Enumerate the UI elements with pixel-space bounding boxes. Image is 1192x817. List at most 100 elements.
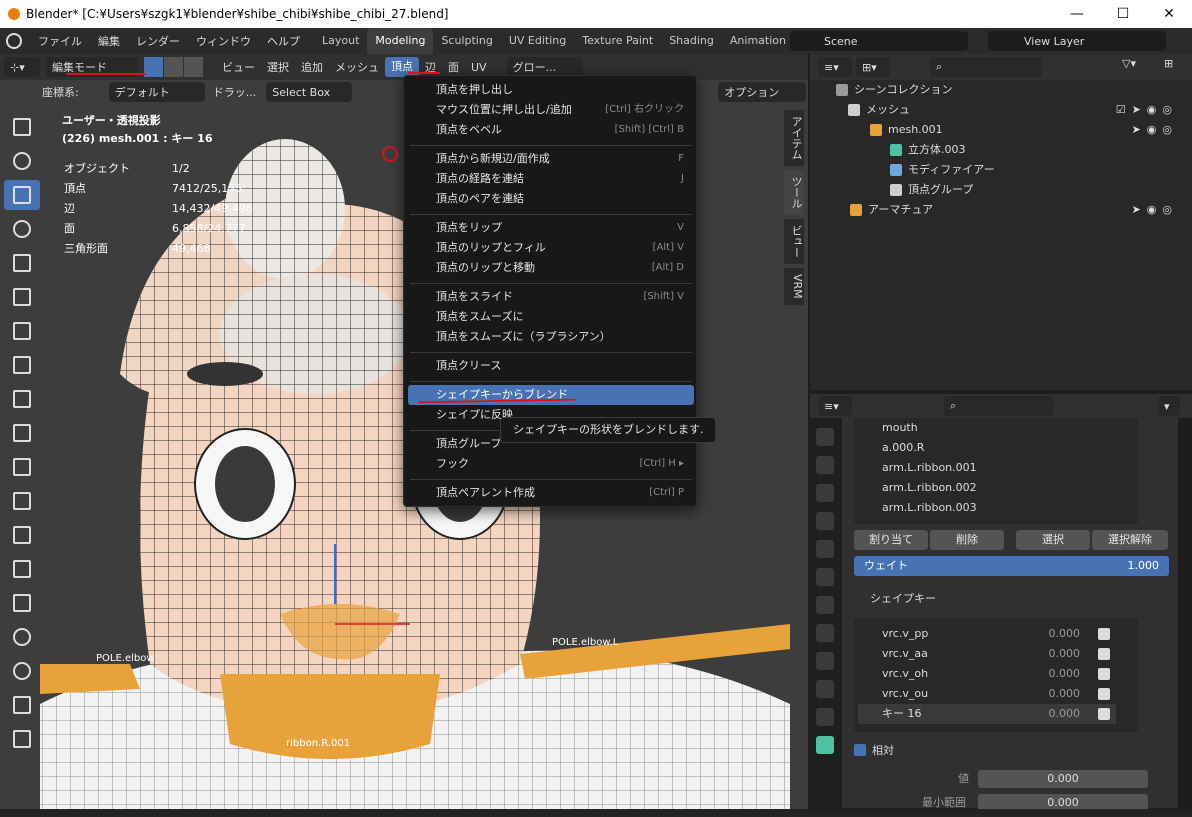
annotate-tool-icon[interactable] — [4, 316, 40, 346]
menu-face[interactable]: 面 — [442, 59, 465, 75]
editor-type-dropdown[interactable]: ⊹▾ — [4, 57, 40, 77]
constraint-tab-icon[interactable] — [816, 680, 834, 698]
list-item[interactable]: arm.L.ribbon.002 — [858, 478, 1116, 498]
new-collection-icon[interactable]: ⊞ — [1164, 57, 1173, 70]
extrude-tool-icon[interactable] — [4, 418, 40, 448]
filter-icon[interactable]: ▽▾ — [1122, 57, 1136, 70]
menu-file[interactable]: ファイル — [30, 33, 90, 49]
add-cube-tool-icon[interactable] — [4, 384, 40, 414]
menu-item-make-vertex-parent[interactable]: 頂点ペアレント作成 [Ctrl] P — [408, 483, 694, 503]
tab-tool[interactable]: ツール — [784, 170, 804, 215]
mesh-data-tab-icon[interactable] — [816, 736, 834, 754]
render-tab-icon[interactable] — [816, 456, 834, 474]
tab-layout[interactable]: Layout — [314, 28, 367, 54]
list-item[interactable]: arm.L.ribbon.001 — [858, 458, 1116, 478]
list-item[interactable]: vrc.v_ou 0.000 — [858, 684, 1116, 704]
checkbox[interactable] — [1098, 648, 1110, 660]
modifier-tab-icon[interactable] — [816, 652, 834, 670]
outliner-row-cube003[interactable]: 立方体.003 — [810, 140, 1192, 160]
menu-item-extrude-vertices[interactable]: 頂点を押し出し — [408, 80, 694, 100]
tab-uv-editing[interactable]: UV Editing — [501, 28, 574, 54]
properties-options-dropdown[interactable]: ▾ — [1158, 396, 1180, 416]
collection-tab-icon[interactable] — [816, 596, 834, 614]
properties-search-input[interactable]: ⌕ — [944, 396, 1054, 416]
close-button[interactable]: ✕ — [1146, 0, 1192, 28]
blender-menu-icon[interactable] — [6, 33, 22, 49]
menu-render[interactable]: レンダー — [128, 33, 188, 49]
menu-item-rip[interactable]: 頂点をリップ V — [408, 218, 694, 238]
outliner-row-armature[interactable]: アーマチュア ➤◉◎ — [810, 200, 1192, 220]
measure-tool-icon[interactable] — [4, 350, 40, 380]
list-item[interactable]: vrc.v_pp 0.000 — [858, 624, 1116, 644]
list-item[interactable]: vrc.v_oh 0.000 — [858, 664, 1116, 684]
shape-keys-section-header[interactable]: シェイプキー — [846, 587, 1176, 611]
scene-collection-row[interactable]: シーンコレクション — [810, 80, 1192, 100]
list-item[interactable]: vrc.v_aa 0.000 — [858, 644, 1116, 664]
relative-checkbox[interactable] — [854, 744, 866, 756]
spin-tool-icon[interactable] — [4, 622, 40, 652]
menu-select[interactable]: 選択 — [261, 59, 295, 75]
list-item[interactable]: a.000.R — [858, 438, 1116, 458]
list-item[interactable]: mouth — [858, 418, 1116, 438]
outliner-row-modifiers[interactable]: モディファイアー — [810, 160, 1192, 180]
poly-build-tool-icon[interactable] — [4, 588, 40, 618]
menu-item-extrude-to-cursor[interactable]: マウス位置に押し出し/追加 [Ctrl] 右クリック — [408, 100, 694, 120]
menu-item-rip-fill[interactable]: 頂点のリップとフィル [Alt] V — [408, 238, 694, 258]
list-item[interactable]: arm.L.ribbon.003 — [858, 498, 1116, 518]
bevel-tool-icon[interactable] — [4, 486, 40, 516]
checkbox[interactable] — [1098, 628, 1110, 640]
deselect-button[interactable]: 選択解除 — [1092, 530, 1168, 550]
select-box-tool-icon[interactable] — [4, 112, 40, 142]
rip-tool-icon[interactable] — [4, 724, 40, 754]
smooth-tool-icon[interactable] — [4, 656, 40, 686]
view-layer-tab-icon[interactable] — [816, 512, 834, 530]
scene-selector[interactable]: Scene — [790, 31, 968, 51]
shear-tool-icon[interactable] — [4, 690, 40, 720]
checkbox[interactable] — [1098, 688, 1110, 700]
output-tab-icon[interactable] — [816, 484, 834, 502]
menu-item-smooth[interactable]: 頂点をスムーズに — [408, 307, 694, 327]
outliner-search-input[interactable]: ⌕ — [930, 57, 1042, 77]
select-button[interactable]: 選択 — [1016, 530, 1090, 550]
menu-edit[interactable]: 編集 — [90, 33, 128, 49]
world-tab-icon[interactable] — [816, 568, 834, 586]
cursor-tool-icon[interactable] — [4, 146, 40, 176]
menu-view[interactable]: ビュー — [216, 59, 261, 75]
loop-cut-tool-icon[interactable] — [4, 520, 40, 550]
visibility-icons[interactable]: ☑➤◉◎ — [1116, 100, 1178, 120]
rotate-tool-icon[interactable] — [4, 214, 40, 244]
tab-vrm[interactable]: VRM — [784, 268, 804, 305]
visibility-icons[interactable]: ➤◉◎ — [1132, 200, 1178, 220]
menu-vertex[interactable]: 頂点 — [385, 57, 419, 77]
tab-modeling[interactable]: Modeling — [367, 28, 434, 54]
menu-uv[interactable]: UV — [465, 61, 493, 74]
tool-tab-icon[interactable] — [816, 428, 834, 446]
knife-tool-icon[interactable] — [4, 554, 40, 584]
maximize-button[interactable]: ☐ — [1100, 0, 1146, 28]
outliner-row-vertex-groups[interactable]: 頂点グループ — [810, 180, 1192, 200]
menu-mesh[interactable]: メッシュ — [329, 59, 385, 75]
checkbox[interactable] — [1098, 708, 1110, 720]
view-layer-selector[interactable]: View Layer — [988, 31, 1166, 51]
tab-view[interactable]: ビュー — [784, 219, 804, 264]
face-select-icon[interactable] — [184, 57, 203, 77]
pivot-dropdown[interactable]: グロー... — [506, 57, 583, 77]
menu-item-smooth-laplacian[interactable]: 頂点をスムーズに（ラプラシアン） — [408, 327, 694, 347]
menu-item-crease[interactable]: 頂点クリース — [408, 356, 694, 376]
checkbox[interactable] — [1098, 668, 1110, 680]
menu-item-hooks[interactable]: フック [Ctrl] H ▸ — [408, 454, 694, 474]
remove-button[interactable]: 削除 — [930, 530, 1004, 550]
menu-window[interactable]: ウィンドウ — [188, 33, 259, 49]
menu-item-connect-pairs[interactable]: 頂点のペアを連結 — [408, 189, 694, 209]
select-box-dropdown[interactable]: Select Box — [266, 82, 353, 102]
coord-dropdown[interactable]: デフォルト — [108, 82, 205, 102]
tab-shading[interactable]: Shading — [661, 28, 722, 54]
value-field[interactable]: 0.000 — [978, 770, 1148, 788]
tab-texture-paint[interactable]: Texture Paint — [574, 28, 661, 54]
scene-tab-icon[interactable] — [816, 540, 834, 558]
outliner-row-mesh001[interactable]: mesh.001 ➤◉◎ — [810, 120, 1192, 140]
menu-item-new-edge-face[interactable]: 頂点から新規辺/面作成 F — [408, 149, 694, 169]
properties-editor-dropdown[interactable]: ≡▾ — [818, 396, 852, 416]
menu-item-rip-move[interactable]: 頂点のリップと移動 [Alt] D — [408, 258, 694, 278]
menu-item-bevel-vertices[interactable]: 頂点をベベル [Shift] [Ctrl] B — [408, 120, 694, 140]
